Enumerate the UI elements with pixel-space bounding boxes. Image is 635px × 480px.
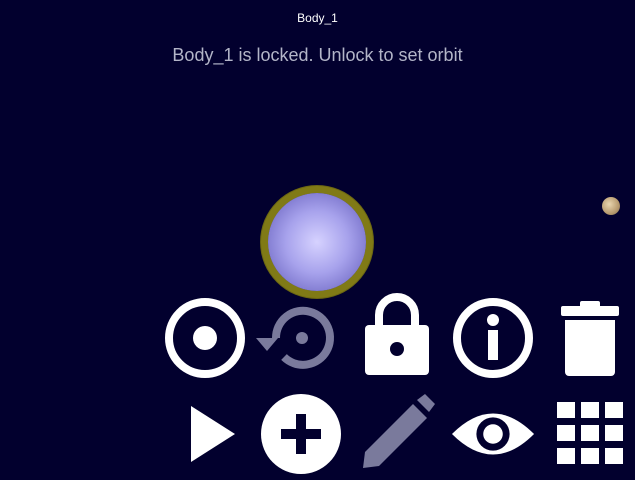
info-button[interactable] — [450, 295, 536, 381]
grid-icon — [557, 402, 623, 464]
play-icon — [191, 406, 235, 462]
lock-button[interactable] — [354, 292, 440, 378]
status-message: Body_1 is locked. Unlock to set orbit — [172, 45, 463, 65]
focus-target-button[interactable] — [162, 295, 248, 381]
edit-button[interactable] — [354, 391, 440, 477]
add-icon — [261, 394, 341, 474]
info-icon — [453, 298, 533, 378]
moon-body[interactable] — [602, 197, 620, 215]
menu-grid-button[interactable] — [546, 391, 632, 477]
page-title: Body_1 — [297, 11, 338, 25]
reset-orbit-icon — [256, 306, 334, 369]
add-body-button[interactable] — [258, 391, 344, 477]
lock-icon — [365, 293, 429, 375]
trash-icon — [561, 301, 619, 376]
body-1-planet[interactable] — [268, 193, 366, 291]
play-button[interactable] — [166, 391, 252, 477]
pencil-icon — [363, 394, 435, 468]
target-icon — [165, 298, 245, 378]
delete-button[interactable] — [546, 295, 632, 381]
reset-orbit-button[interactable] — [254, 295, 340, 381]
eye-icon — [451, 413, 535, 455]
view-button[interactable] — [450, 391, 536, 477]
